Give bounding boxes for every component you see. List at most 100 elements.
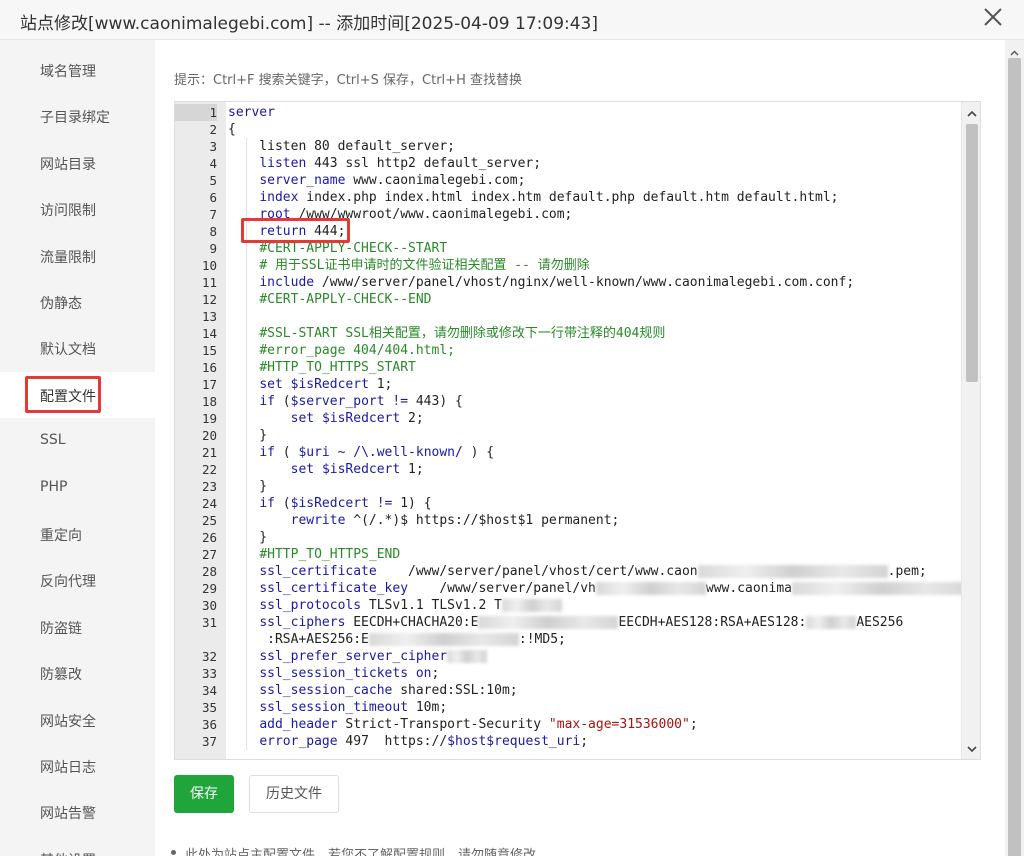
line-number: 14	[201, 326, 217, 341]
save-button[interactable]: 保存	[174, 775, 234, 813]
code-text: ssl_prefer_server_cipher	[228, 648, 488, 665]
code-line[interactable]: 26 }	[202, 529, 956, 546]
code-line[interactable]: 35 ssl_session_timeout 10m;	[202, 699, 956, 716]
line-number: 2	[209, 122, 217, 137]
sidebar-item-label: 反向代理	[40, 574, 96, 591]
chevron-up-icon[interactable]	[965, 106, 979, 120]
code-line[interactable]: 21 if ( $uri ~ /\.well-known/ ) {	[202, 444, 956, 461]
code-line[interactable]: 2{	[209, 121, 956, 138]
code-line[interactable]: 1 server	[175, 104, 956, 121]
sidebar-item[interactable]: 网站安全	[0, 697, 155, 743]
code-text: :RSA+AES256:E:!MD5;	[228, 632, 566, 647]
sidebar-item[interactable]: 其他设置	[0, 836, 155, 856]
sidebar-item[interactable]: 访问限制	[0, 186, 155, 232]
code-line[interactable]: 4 listen 443 ssl http2 default_server;	[209, 155, 956, 172]
code-line[interactable]: 6 index index.php index.html index.htm d…	[209, 189, 956, 206]
code-line[interactable]: 28 ssl_certificate /www/server/panel/vho…	[202, 563, 956, 580]
code-text: }	[228, 479, 268, 494]
editor-scrollbar[interactable]	[961, 102, 980, 759]
sidebar-item-label: PHP	[40, 478, 68, 495]
sidebar-item[interactable]: 防盗链	[0, 604, 155, 650]
line-number: 18	[201, 394, 217, 409]
code-line[interactable]: 18 if ($server_port != 443) {	[202, 393, 956, 410]
line-number: 30	[201, 598, 217, 613]
history-files-button[interactable]: 历史文件	[249, 775, 339, 813]
code-line[interactable]: 37 error_page 497 https://$host$request_…	[202, 733, 956, 750]
code-line[interactable]: 36 add_header Strict-Transport-Security …	[202, 716, 956, 733]
code-line[interactable]: 5 server_name www.caonimalegebi.com;	[209, 172, 956, 189]
code-line[interactable]: 14 #SSL-START SSL相关配置，请勿删除或修改下一行带注释的404规…	[202, 325, 956, 342]
page-scrollbar-thumb[interactable]	[1008, 58, 1021, 856]
dialog-title: 站点修改[www.caonimalegebi.com] -- 添加时间[2025…	[20, 14, 599, 34]
code-line[interactable]: 20 }	[202, 427, 956, 444]
code-text: ssl_session_timeout 10m;	[259, 700, 448, 715]
code-line[interactable]: 34 ssl_session_cache shared:SSL:10m;	[202, 682, 956, 699]
config-editor[interactable]: 1 server 2{3 listen 80 default_server; 4 li…	[174, 101, 981, 760]
sidebar-item[interactable]: 域名管理	[0, 47, 155, 93]
line-number: 9	[209, 241, 217, 256]
code-line[interactable]: 15 #error_page 404/404.html;	[202, 342, 956, 359]
code-text: add_header Strict-Transport-Security "ma…	[259, 717, 698, 732]
page-scrollbar[interactable]	[1005, 40, 1024, 856]
line-number: 36	[201, 717, 217, 732]
sidebar-item[interactable]: 流量限制	[0, 233, 155, 279]
code-line[interactable]: 33 ssl_session_tickets on;	[202, 665, 956, 682]
line-number: 19	[201, 411, 217, 426]
code-line[interactable]: 10 # 用于SSL证书申请时的文件验证相关配置 -- 请勿删除	[202, 257, 956, 274]
code-line[interactable]: 25 rewrite ^(/.*)$ https://$host$1 perma…	[202, 512, 956, 529]
code-text: server	[228, 105, 275, 120]
sidebar-item[interactable]: 默认文档	[0, 325, 155, 371]
code-text: #CERT-APPLY-CHECK--END	[259, 292, 432, 307]
sidebar-item[interactable]: 反向代理	[0, 557, 155, 603]
code-text: include /www/server/panel/vhost/nginx/we…	[259, 275, 855, 290]
line-number: 5	[209, 173, 217, 188]
line-number: 4	[209, 156, 217, 171]
code-line[interactable]: 30 ssl_protocols TLSv1.1 TLSv1.2 T	[202, 597, 956, 614]
chevron-down-icon[interactable]	[965, 741, 979, 755]
code-line[interactable]: 16 #HTTP_TO_HTTPS_START	[202, 359, 956, 376]
code-line[interactable]: 23 }	[202, 478, 956, 495]
sidebar-item[interactable]: 防篡改	[0, 650, 155, 696]
code-line[interactable]: 11 include /www/server/panel/vhost/nginx…	[202, 274, 956, 291]
code-text: set $isRedcert 1;	[290, 462, 424, 477]
code-line[interactable]: 24 if ($isRedcert != 1) {	[202, 495, 956, 512]
editor-scrollbar-thumb[interactable]	[966, 124, 978, 382]
line-number: 27	[201, 547, 217, 562]
close-icon[interactable]	[980, 4, 1006, 30]
code-line[interactable]: 27 #HTTP_TO_HTTPS_END	[202, 546, 956, 563]
code-line[interactable]: :RSA+AES256:E:!MD5;	[226, 631, 956, 648]
sidebar-item-label: 重定向	[40, 528, 82, 544]
chevron-up-icon[interactable]	[1009, 44, 1020, 56]
sidebar-item[interactable]: 子目录绑定	[0, 93, 155, 139]
line-number: 29	[201, 581, 217, 596]
code-line[interactable]: 3 listen 80 default_server;	[209, 138, 956, 155]
sidebar-item-label: 域名管理	[40, 64, 96, 80]
sidebar-item[interactable]: 网站告警	[0, 789, 155, 835]
line-number: 25	[201, 513, 217, 528]
sidebar-item[interactable]: 伪静态	[0, 279, 155, 325]
sidebar-item[interactable]: 网站目录	[0, 140, 155, 186]
return-444-highlight	[241, 218, 350, 243]
sidebar-item[interactable]: 重定向	[0, 511, 155, 557]
code-text: }	[228, 530, 268, 545]
line-number: 10	[201, 258, 217, 273]
dialog-titlebar: 站点修改[www.caonimalegebi.com] -- 添加时间[2025…	[0, 0, 1024, 40]
sidebar-item[interactable]: 网站日志	[0, 743, 155, 789]
sidebar-item[interactable]: PHP	[0, 465, 155, 511]
code-line[interactable]: 17 set $isRedcert 1;	[202, 376, 956, 393]
code-line[interactable]: 29 ssl_certificate_key /www/server/panel…	[202, 580, 972, 597]
code-area[interactable]: 1 server 2{3 listen 80 default_server; 4 li…	[175, 102, 972, 759]
code-line[interactable]: 31 ssl_ciphers EECDH+CHACHA20:E EECDH+AES…	[202, 614, 956, 631]
code-line[interactable]: 32 ssl_prefer_server_cipher	[202, 648, 956, 665]
code-line[interactable]: 12 #CERT-APPLY-CHECK--END	[202, 291, 956, 308]
code-line[interactable]: 13	[202, 308, 956, 325]
line-number: 6	[209, 190, 217, 205]
code-text: set $isRedcert 1;	[259, 377, 393, 392]
line-number: 28	[201, 564, 217, 579]
sidebar-item[interactable]: SSL	[0, 418, 155, 464]
code-line[interactable]: 22 set $isRedcert 1;	[202, 461, 956, 478]
code-line[interactable]: 19 set $isRedcert 2;	[202, 410, 956, 427]
sidebar-item-label: 默认文档	[40, 342, 96, 359]
line-number: 3	[209, 139, 217, 154]
code-text: }	[228, 428, 268, 443]
